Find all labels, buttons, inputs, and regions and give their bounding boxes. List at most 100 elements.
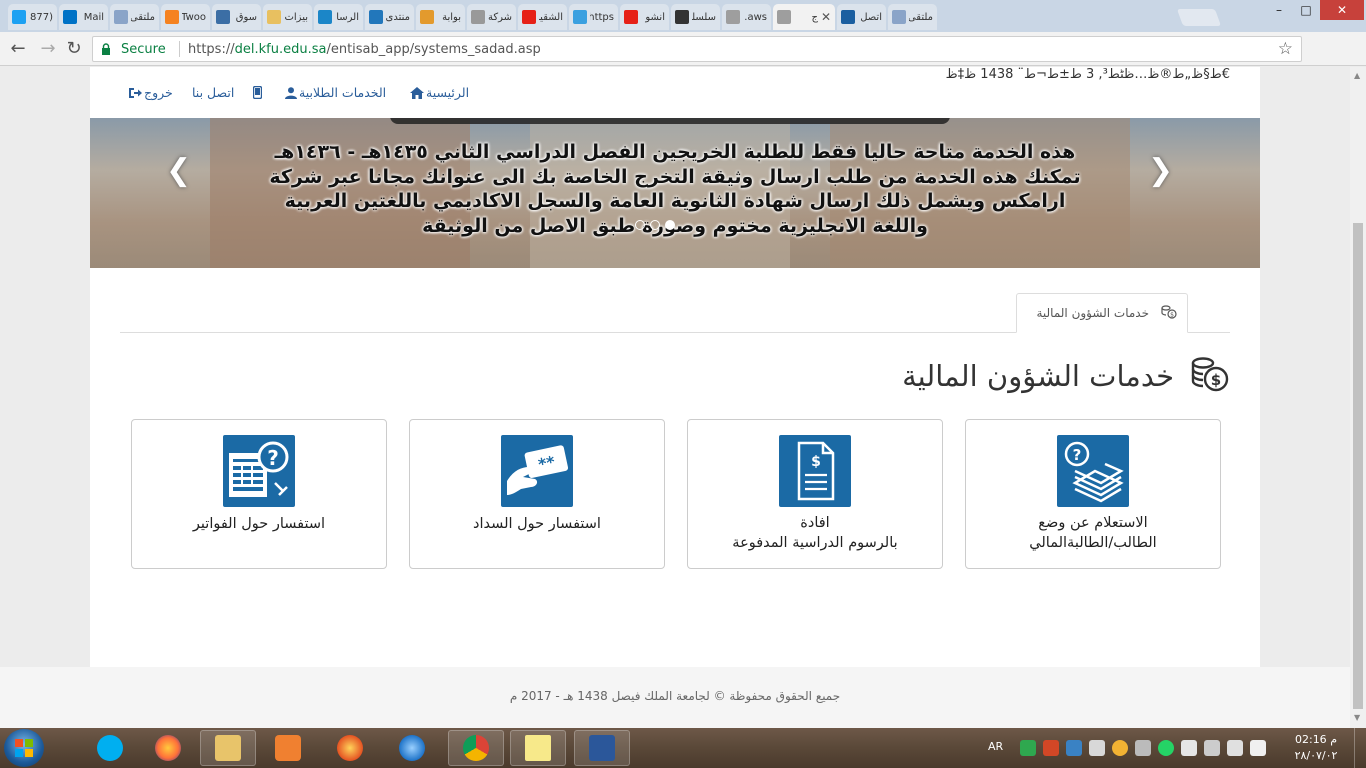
browser-tab[interactable]: سلسلة: [671, 4, 720, 30]
card-financial-status-label: الاستعلام عن وضع الطالب/الطالبةالمالي: [966, 513, 1220, 553]
carousel-dot[interactable]: [650, 220, 660, 230]
browser-tab[interactable]: سوق: [212, 4, 261, 30]
browser-tab[interactable]: ملتقى: [888, 4, 937, 30]
scroll-down-arrow-icon[interactable]: ▼: [1354, 713, 1360, 722]
vertical-scrollbar[interactable]: ▲ ▼: [1350, 67, 1366, 728]
nav-logout-link[interactable]: خروج: [128, 82, 173, 101]
reload-icon[interactable]: ↻: [62, 37, 86, 61]
taskbar-chrome[interactable]: [448, 730, 504, 766]
forward-arrow-icon[interactable]: →: [36, 37, 60, 61]
taskbar-explorer[interactable]: [200, 730, 256, 766]
card-label-line: الطالب/الطالبةالمالي: [1029, 535, 1157, 551]
carousel-prev-chevron-icon[interactable]: ❮: [166, 153, 191, 188]
volume-icon[interactable]: [1181, 740, 1197, 756]
tray-app-icon[interactable]: [1043, 740, 1059, 756]
browser-tab[interactable]: منتدى: [365, 4, 414, 30]
new-tab-button[interactable]: [1176, 9, 1222, 26]
svg-text:$: $: [1170, 312, 1174, 319]
browser-tab[interactable]: ملتقى: [110, 4, 159, 30]
browser-tab-active[interactable]: ج ✕: [773, 4, 835, 30]
browser-tab[interactable]: أنشو: [620, 4, 669, 30]
taskbar-media-player[interactable]: [260, 730, 316, 766]
scroll-up-arrow-icon[interactable]: ▲: [1354, 71, 1360, 80]
carousel-next-chevron-icon[interactable]: ❯: [1148, 153, 1173, 188]
signal-icon[interactable]: [1250, 740, 1266, 756]
scrollbar-thumb[interactable]: [1353, 223, 1363, 709]
taskbar-app-firefox-alt[interactable]: [322, 730, 378, 766]
browser-tab-strip: (877) Mail ملتقى Twoo سوق بيزات الرسا منتدى بواب…: [0, 0, 1366, 32]
browser-tab[interactable]: Twoo: [161, 4, 210, 30]
nav-home-link[interactable]: الرئيسية: [410, 82, 469, 101]
clock-date: ٢٨/٠٧/٠٢: [1294, 749, 1338, 762]
tab-close-icon[interactable]: ✕: [821, 10, 831, 24]
browser-tab[interactable]: (877): [8, 4, 57, 30]
carousel-dot[interactable]: [635, 220, 645, 230]
browser-tab[interactable]: شركة: [467, 4, 516, 30]
taskbar-internet-explorer[interactable]: [384, 730, 440, 766]
coins-dollar-icon: $: [1191, 357, 1229, 392]
bookmark-star-icon[interactable]: ☆: [1278, 39, 1293, 59]
card-fee-statement-label: افادة بالرسوم الدراسية المدفوعة: [688, 513, 942, 553]
taskbar-firefox[interactable]: [140, 730, 196, 766]
payment-card-icon: **: [501, 435, 573, 507]
tab-title: منتدى: [386, 11, 410, 23]
url-scheme: https://: [188, 42, 235, 57]
maximize-button[interactable]: □: [1293, 0, 1319, 20]
tab-financial-services-label: خدمات الشؤون المالية: [1036, 306, 1149, 320]
skype-icon: [97, 735, 123, 761]
fee-document-icon: $: [779, 435, 851, 507]
browser-tab[interactable]: الرسا: [314, 4, 363, 30]
chrome-icon: [463, 735, 489, 761]
tab-favicon-icon: [471, 10, 485, 24]
browser-tab[interactable]: بيزات: [263, 4, 312, 30]
address-bar[interactable]: Secure https://del.kfu.edu.sa/entisab_ap…: [92, 36, 1302, 62]
carousel-dot-active[interactable]: [665, 220, 675, 230]
tab-favicon-icon: [420, 10, 434, 24]
footer-copyright: جميع الحقوق محفوظة © لجامعة الملك فيصل 1…: [509, 689, 841, 703]
url-text[interactable]: https://del.kfu.edu.sa/entisab_app/syste…: [188, 42, 541, 57]
card-payment-inquiry[interactable]: ** استفسار حول السداد: [409, 419, 665, 569]
taskbar-word[interactable]: [574, 730, 630, 766]
action-center-icon[interactable]: [1227, 740, 1243, 756]
browser-tab[interactable]: اتصل: [837, 4, 886, 30]
sticky-notes-icon: [525, 735, 551, 761]
minimize-button[interactable]: –: [1266, 0, 1292, 20]
tab-title: سوق: [235, 11, 257, 23]
network-icon[interactable]: [1089, 740, 1105, 756]
tray-app-icon[interactable]: [1135, 740, 1151, 756]
taskbar-clock[interactable]: 02:16 م ٢٨/٠٧/٠٢: [1282, 732, 1350, 764]
back-arrow-icon[interactable]: ←: [6, 37, 30, 61]
nav-contact-link[interactable]: اتصل بنا: [192, 82, 264, 101]
card-fee-statement[interactable]: $ افادة بالرسوم الدراسية المدفوعة: [687, 419, 943, 569]
word-icon: [589, 735, 615, 761]
taskbar-sticky-notes[interactable]: [510, 730, 566, 766]
card-invoice-inquiry[interactable]: ? استفسار حول الفواتير: [131, 419, 387, 569]
svg-text:$: $: [1211, 371, 1221, 389]
nav-student-services-link[interactable]: الخدمات الطلابية: [285, 82, 386, 101]
browser-tab[interactable]: بوابة: [416, 4, 465, 30]
tab-title: aws.: [744, 11, 767, 23]
tray-app-icon[interactable]: [1066, 740, 1082, 756]
site-footer: جميع الحقوق محفوظة © لجامعة الملك فيصل 1…: [90, 667, 1260, 728]
browser-tab[interactable]: Mail: [59, 4, 108, 30]
tab-title: ج: [811, 11, 818, 23]
browser-tab[interactable]: https: [569, 4, 618, 30]
browser-tab[interactable]: aws.: [722, 4, 771, 30]
browser-tab[interactable]: الشقير: [518, 4, 567, 30]
tab-financial-services[interactable]: خدمات الشؤون المالية $: [1016, 293, 1188, 333]
google-drive-icon[interactable]: [1020, 740, 1036, 756]
coins-icon: $: [1161, 305, 1177, 319]
taskbar-skype[interactable]: [82, 730, 138, 766]
lock-icon: [102, 43, 110, 55]
nav-home-label: الرئيسية: [426, 85, 470, 100]
input-language-indicator[interactable]: AR: [988, 740, 1003, 753]
sign-out-icon: [129, 87, 142, 98]
tray-app-icon[interactable]: [1204, 740, 1220, 756]
close-window-button[interactable]: ✕: [1320, 0, 1364, 20]
card-financial-status[interactable]: ? الاستعلام عن وضع الطالب/الطالبةالمالي: [965, 419, 1221, 569]
tab-title: اتصل: [860, 11, 882, 23]
whatsapp-icon[interactable]: [1158, 740, 1174, 756]
show-desktop-button[interactable]: [1354, 728, 1366, 768]
tray-app-icon[interactable]: [1112, 740, 1128, 756]
start-button[interactable]: [4, 729, 44, 767]
